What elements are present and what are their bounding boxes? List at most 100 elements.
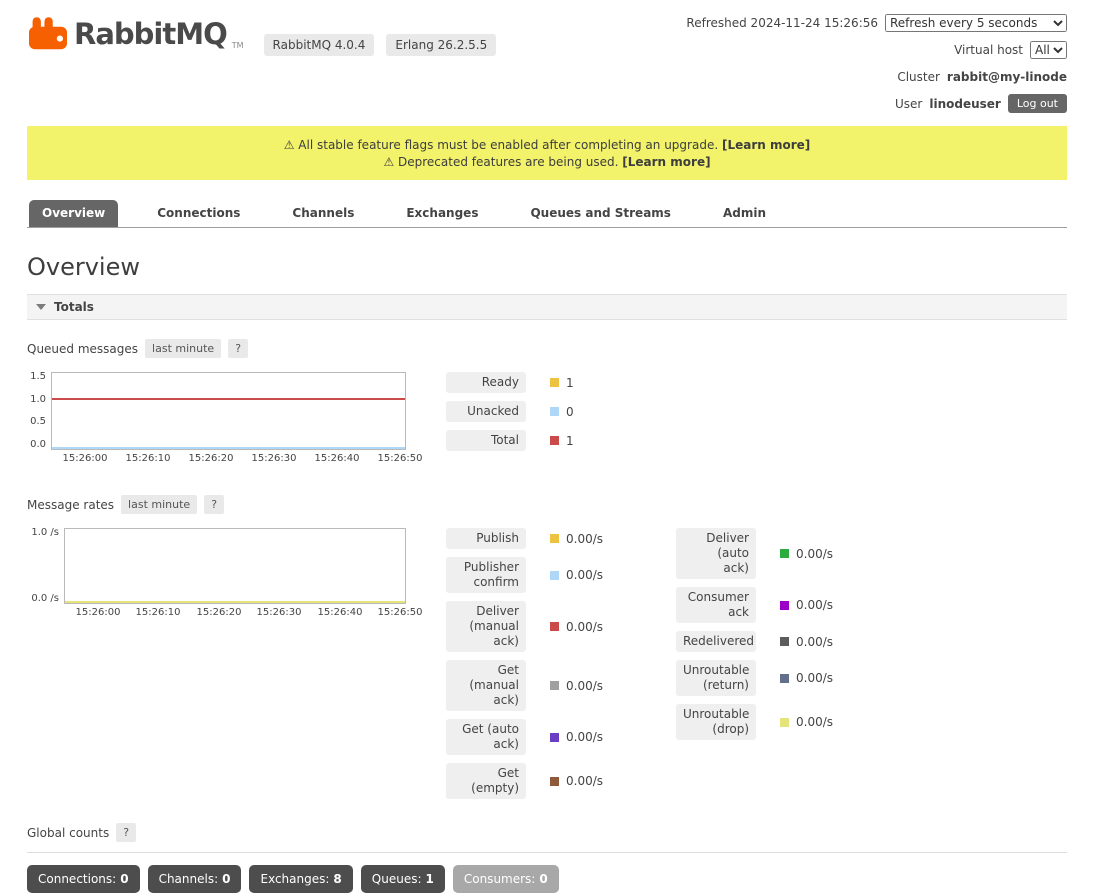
message-rates-legend: Publish0.00/sPublisher confirm0.00/sDeli… [446,528,906,807]
legend-label: Redelivered [676,631,756,652]
tab-overview[interactable]: Overview [29,200,118,227]
legend-swatch-icon [550,407,559,416]
queued-messages-legend: Ready1Unacked0Total1 [446,372,574,459]
tab-bar: Overview Connections Channels Exchanges Queu… [27,200,1067,228]
refresh-interval-select[interactable]: Refresh every 5 seconds [885,14,1067,32]
legend-label: Get (auto ack) [446,719,526,755]
count-label: Connections: [38,872,116,886]
header-left: RabbitMQ TM RabbitMQ 4.0.4 Erlang 26.2.5… [27,12,496,120]
x-axis-tick: 15:26:40 [318,607,363,618]
count-value: 0 [120,872,128,886]
totals-section-title: Totals [54,300,94,314]
global-counts-header: Global counts ? [27,823,1067,842]
virtual-host-select[interactable]: All [1030,41,1067,59]
rabbitmq-logo[interactable]: RabbitMQ TM [27,12,244,54]
header: RabbitMQ TM RabbitMQ 4.0.4 Erlang 26.2.5… [27,0,1067,120]
logo-text: RabbitMQ [74,16,227,52]
x-axis: 15:26:0015:26:1015:26:2015:26:3015:26:40… [64,604,406,619]
collapse-triangle-icon [36,304,46,310]
global-count-queues: Queues:1 [361,865,445,893]
queued-messages-title: Queued messages [27,342,138,356]
count-label: Consumers: [464,872,535,886]
deprecated-features-warning-text: ⚠ Deprecated features are being used. [383,155,618,169]
chart-area-rates: 1.0 /s 0.0 /s [27,528,406,604]
message-rates-header: Message rates last minute ? [27,495,1067,514]
legend-value: 0.00/s [566,774,603,788]
user-name: linodeuser [929,97,1000,111]
queued-help-button[interactable]: ? [228,339,248,358]
virtual-host-label: Virtual host [954,43,1023,57]
global-count-consumers: Consumers:0 [453,865,559,893]
legend-row-publish: Publish0.00/s [446,528,676,549]
rabbitmq-version-badge: RabbitMQ 4.0.4 [264,34,375,56]
legend-value: 1 [566,376,574,390]
legend-row-deliver-manual-ack: Deliver (manual ack)0.00/s [446,601,676,652]
x-axis-tick: 15:26:00 [63,453,108,464]
legend-column-1: Publish0.00/sPublisher confirm0.00/sDeli… [446,528,676,807]
feature-flags-warning-text: ⚠ All stable feature flags must be enabl… [284,138,718,152]
x-axis: 15:26:0015:26:1015:26:2015:26:3015:26:40… [51,450,406,465]
legend-value: 0.00/s [566,568,603,582]
x-axis-tick: 15:26:40 [315,453,360,464]
queued-messages-header: Queued messages last minute ? [27,339,1067,358]
legend-value: 0.00/s [796,671,833,685]
tab-connections[interactable]: Connections [144,200,253,227]
x-axis-tick: 15:26:10 [126,453,171,464]
legend-value: 0.00/s [566,679,603,693]
legend-swatch-icon [550,378,559,387]
legend-value: 0.00/s [796,547,833,561]
x-axis-tick: 15:26:00 [76,607,121,618]
page-title: Overview [27,253,1067,281]
legend-row-total: Total1 [446,430,574,451]
deprecated-learn-more-link[interactable]: [Learn more] [622,155,710,169]
legend-row-redelivered: Redelivered0.00/s [676,631,906,652]
totals-section-header[interactable]: Totals [27,294,1067,320]
series-line-unroutable-drop [65,601,405,603]
erlang-version-badge: Erlang 26.2.5.5 [386,34,496,56]
rabbitmq-logo-icon [27,16,69,54]
legend-value: 0.00/s [566,620,603,634]
count-label: Channels: [159,872,219,886]
tab-admin[interactable]: Admin [710,200,779,227]
x-axis-tick: 15:26:30 [252,453,297,464]
y-axis-tick: 0.5 [30,417,46,427]
count-label: Queues: [372,872,422,886]
tab-exchanges[interactable]: Exchanges [393,200,491,227]
global-count-connections: Connections: 0 [27,865,140,893]
legend-row-get-auto-ack: Get (auto ack)0.00/s [446,719,676,755]
legend-label: Ready [446,372,526,393]
plot-area-rates [64,528,406,604]
feature-flags-learn-more-link[interactable]: [Learn more] [722,138,810,152]
legend-value: 0.00/s [796,715,833,729]
y-axis-tick: 1.5 [30,372,46,382]
x-axis-tick: 15:26:30 [257,607,302,618]
legend-swatch-icon [550,571,559,580]
y-axis-tick: 0.0 /s [31,594,59,604]
global-count-exchanges: Exchanges:8 [249,865,352,893]
legend-label: Publish [446,528,526,549]
series-line-total [52,398,405,400]
trademark-label: TM [232,41,244,54]
cluster-label: Cluster [897,70,940,84]
rates-range-selector[interactable]: last minute [121,495,197,514]
legend-swatch-icon [550,777,559,786]
legend-row-get-manual-ack: Get (manual ack) 0.00/s [446,660,676,711]
legend-label: Unacked [446,401,526,422]
legend-row-ready: Ready 1 [446,372,574,393]
legend-label: Get (manual ack) [446,660,526,711]
message-rates-title: Message rates [27,498,114,512]
tab-channels[interactable]: Channels [279,200,367,227]
queued-range-selector[interactable]: last minute [145,339,221,358]
legend-swatch-icon [780,674,789,683]
global-counts-help-button[interactable]: ? [116,823,136,842]
y-axis-tick: 1.0 /s [31,528,59,538]
logout-button[interactable]: Log out [1008,94,1067,113]
queued-messages-chart: 1.51.00.50.015:26:0015:26:1015:26:2015:2… [27,372,406,465]
tab-queues-and-streams[interactable]: Queues and Streams [517,200,683,227]
x-axis-tick: 15:26:20 [197,607,242,618]
rates-help-button[interactable]: ? [204,495,224,514]
count-value: 0 [222,872,230,886]
legend-label: Consumer ack [676,587,756,623]
deprecated-features-warning: ⚠ Deprecated features are being used. [L… [27,155,1067,169]
y-axis-tick: 0.0 [30,440,46,450]
